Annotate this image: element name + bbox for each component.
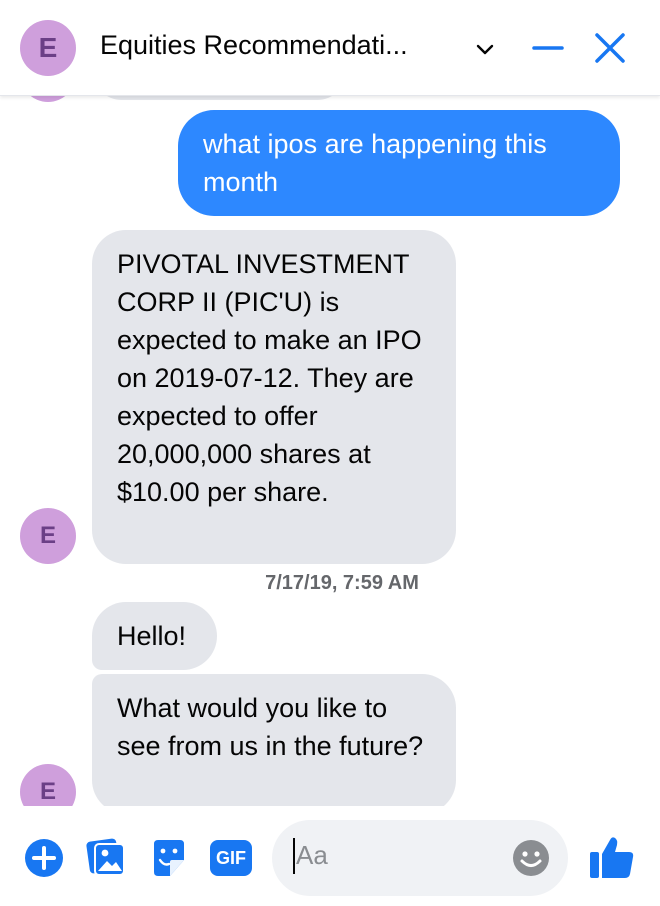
close-icon[interactable] [590,28,630,68]
conversation-title[interactable]: Equities Recommendati... [100,30,408,61]
sticker-icon[interactable] [150,838,188,878]
gif-label: GIF [216,847,246,868]
chat-header: E Equities Recommendati... [0,0,660,96]
text-caret [293,838,295,874]
avatar [20,96,76,102]
message-bubble-outgoing[interactable]: what ipos are happening this month [178,110,620,216]
thumbs-up-icon[interactable] [588,834,636,880]
emoji-icon[interactable] [512,839,550,877]
avatar[interactable]: E [20,764,76,806]
message-text: what ipos are happening this month [203,129,547,197]
avatar[interactable]: E [20,20,76,76]
gif-icon[interactable]: GIF [210,840,252,876]
message-bubble-incoming[interactable]: PIVOTAL INVESTMENT CORP II (PIC'U) is ex… [92,230,456,564]
message-list[interactable]: what ipos are happening this month PIVOT… [0,96,660,806]
plus-circle-icon[interactable] [24,838,64,878]
message-bubble-incoming[interactable]: Hello! [92,602,217,670]
message-text: What would you like to see from us in th… [117,693,424,761]
chevron-down-icon[interactable] [474,38,496,60]
photo-icon[interactable] [86,836,126,878]
minimize-icon[interactable] [530,30,566,66]
message-input-placeholder: Aa [296,840,328,870]
message-bubble-previous [92,96,347,100]
message-text: PIVOTAL INVESTMENT CORP II (PIC'U) is ex… [117,249,422,507]
avatar[interactable]: E [20,508,76,564]
timestamp: 7/17/19, 7:59 AM [265,572,419,594]
message-bubble-incoming[interactable]: What would you like to see from us in th… [92,674,456,806]
message-text: Hello! [117,621,187,651]
